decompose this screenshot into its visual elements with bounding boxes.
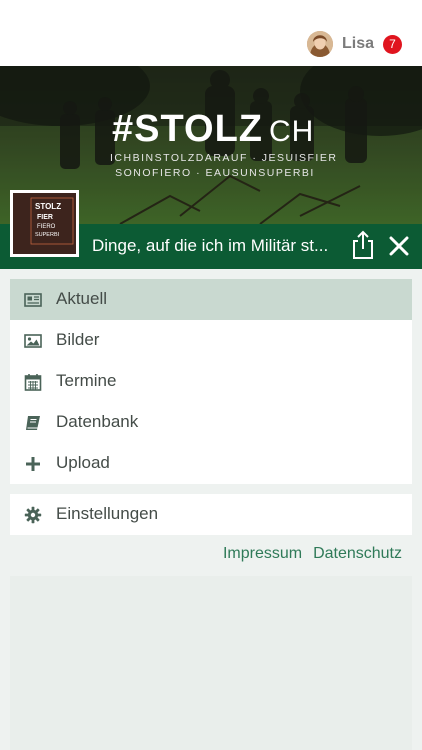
thumb-text-line3: FIERO xyxy=(37,224,56,230)
notification-badge[interactable]: 7 xyxy=(383,34,402,54)
datenschutz-link[interactable]: Datenschutz xyxy=(313,545,402,563)
avatar[interactable] xyxy=(306,31,333,57)
share-button[interactable] xyxy=(350,230,376,260)
menu-item-label: Termine xyxy=(56,371,117,390)
menu-item-aktuell[interactable]: Aktuell xyxy=(10,279,412,320)
menu-item-bilder[interactable]: Bilder xyxy=(10,320,412,361)
top-bar: Lisa 7 xyxy=(0,0,422,66)
menu-item-einstellungen[interactable]: Einstellungen xyxy=(10,494,412,535)
impressum-link[interactable]: Impressum xyxy=(223,545,302,563)
empty-content-area xyxy=(10,576,412,750)
calendar-icon xyxy=(24,374,42,391)
book-icon xyxy=(26,416,40,430)
menu-item-datenbank[interactable]: Datenbank xyxy=(10,402,412,443)
close-button[interactable] xyxy=(388,235,410,257)
menu-item-label: Bilder xyxy=(56,330,100,349)
user-profile[interactable]: Lisa 7 xyxy=(306,31,402,57)
thumb-text-line1: STOLZ xyxy=(35,202,61,211)
article-thumbnail[interactable]: STOLZ FIER FIERO SUPERBI xyxy=(10,190,79,257)
footer-links: Impressum Datenschutz xyxy=(223,545,402,563)
article-title[interactable]: Dinge, auf die ich im Militär st... xyxy=(92,236,342,256)
hero-subtitle-line2: SONOFIERO · EAUSUNSUPERBI xyxy=(115,167,315,179)
menu-item-label: Einstellungen xyxy=(56,504,159,523)
hero-subtitle-line1: ICHBINSTOLZDARAUF · JESUISFIER xyxy=(110,152,338,164)
hero-title: #STOLZ CH xyxy=(112,108,315,150)
username[interactable]: Lisa xyxy=(342,35,374,53)
image-icon xyxy=(24,334,42,348)
plus-icon xyxy=(26,457,40,471)
thumb-text-line4: SUPERBI xyxy=(35,232,60,238)
newspaper-icon xyxy=(24,293,42,307)
gear-icon xyxy=(24,506,42,524)
menu-item-label: Aktuell xyxy=(56,289,108,308)
menu-item-label: Datenbank xyxy=(56,412,139,431)
close-icon xyxy=(389,236,409,256)
menu-item-upload[interactable]: Upload xyxy=(10,443,412,484)
menu-item-termine[interactable]: Termine xyxy=(10,361,412,402)
thumb-text-line2: FIER xyxy=(37,214,53,221)
menu-item-label: Upload xyxy=(56,453,110,472)
settings-menu: Einstellungen xyxy=(10,494,412,535)
main-menu: Aktuell Bilder Termine Datenbank Upload xyxy=(10,279,412,484)
share-icon xyxy=(353,230,373,259)
